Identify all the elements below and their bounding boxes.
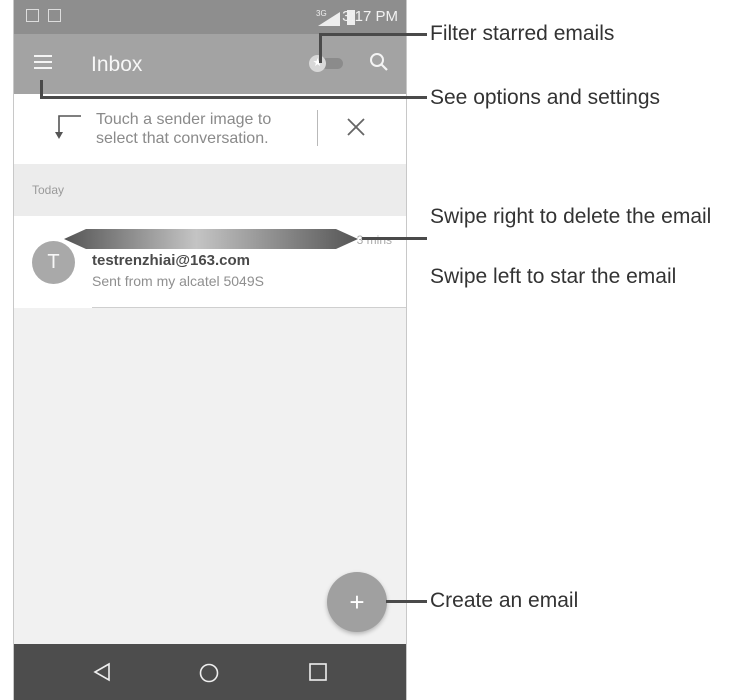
swipe-gesture-arrow-icon [64,229,358,249]
email-list-item[interactable]: T 3 mins testrenzhiai@163.com Sent from … [14,216,406,308]
hint-divider [317,110,318,146]
callout-line-compose [386,600,427,603]
callout-line-filter [319,33,427,36]
email-preview: Sent from my alcatel 5049S [92,273,264,289]
star-icon: ★ [309,55,326,72]
status-bar: 3G 3:17 PM [14,0,406,34]
row-divider [92,307,406,308]
callout-line-filter-vertical [319,33,322,63]
home-icon[interactable] [198,662,220,684]
callout-line-swipe [362,237,427,240]
menu-icon[interactable] [34,55,52,69]
turn-arrow-icon [55,115,81,139]
compose-button[interactable]: + [327,572,387,632]
sd-card-icon [26,9,39,22]
signal-icon [318,12,340,26]
callout-line-menu [40,96,427,99]
navigation-bar [14,644,406,700]
section-label: Today [32,183,65,197]
hint-text: Touch a sender image to select that conv… [96,111,272,147]
image-notification-icon [48,9,61,22]
email-time: 3 mins [356,233,392,247]
phone-screen: 3G 3:17 PM Inbox ★ Touch a sender image … [13,0,407,700]
close-icon[interactable] [346,117,366,137]
callout-swipe-right: Swipe right to delete the email [430,205,712,228]
starred-filter-toggle[interactable]: ★ [309,55,343,72]
sender-email: testrenzhiai@163.com [92,252,251,269]
back-icon[interactable] [92,662,112,682]
app-bar: Inbox ★ [14,34,406,94]
page-title: Inbox [91,53,143,76]
callout-filter-starred: Filter starred emails [430,22,615,45]
hint-card: Touch a sender image to select that conv… [14,94,406,165]
status-time: 3:17 PM [342,8,398,25]
recent-apps-icon[interactable] [308,662,328,682]
callout-swipe-left: Swipe left to star the email [430,265,677,288]
section-header-today: Today [14,164,406,216]
search-icon[interactable] [368,51,390,73]
callout-options-settings: See options and settings [430,86,660,109]
callout-create-email: Create an email [430,589,579,612]
